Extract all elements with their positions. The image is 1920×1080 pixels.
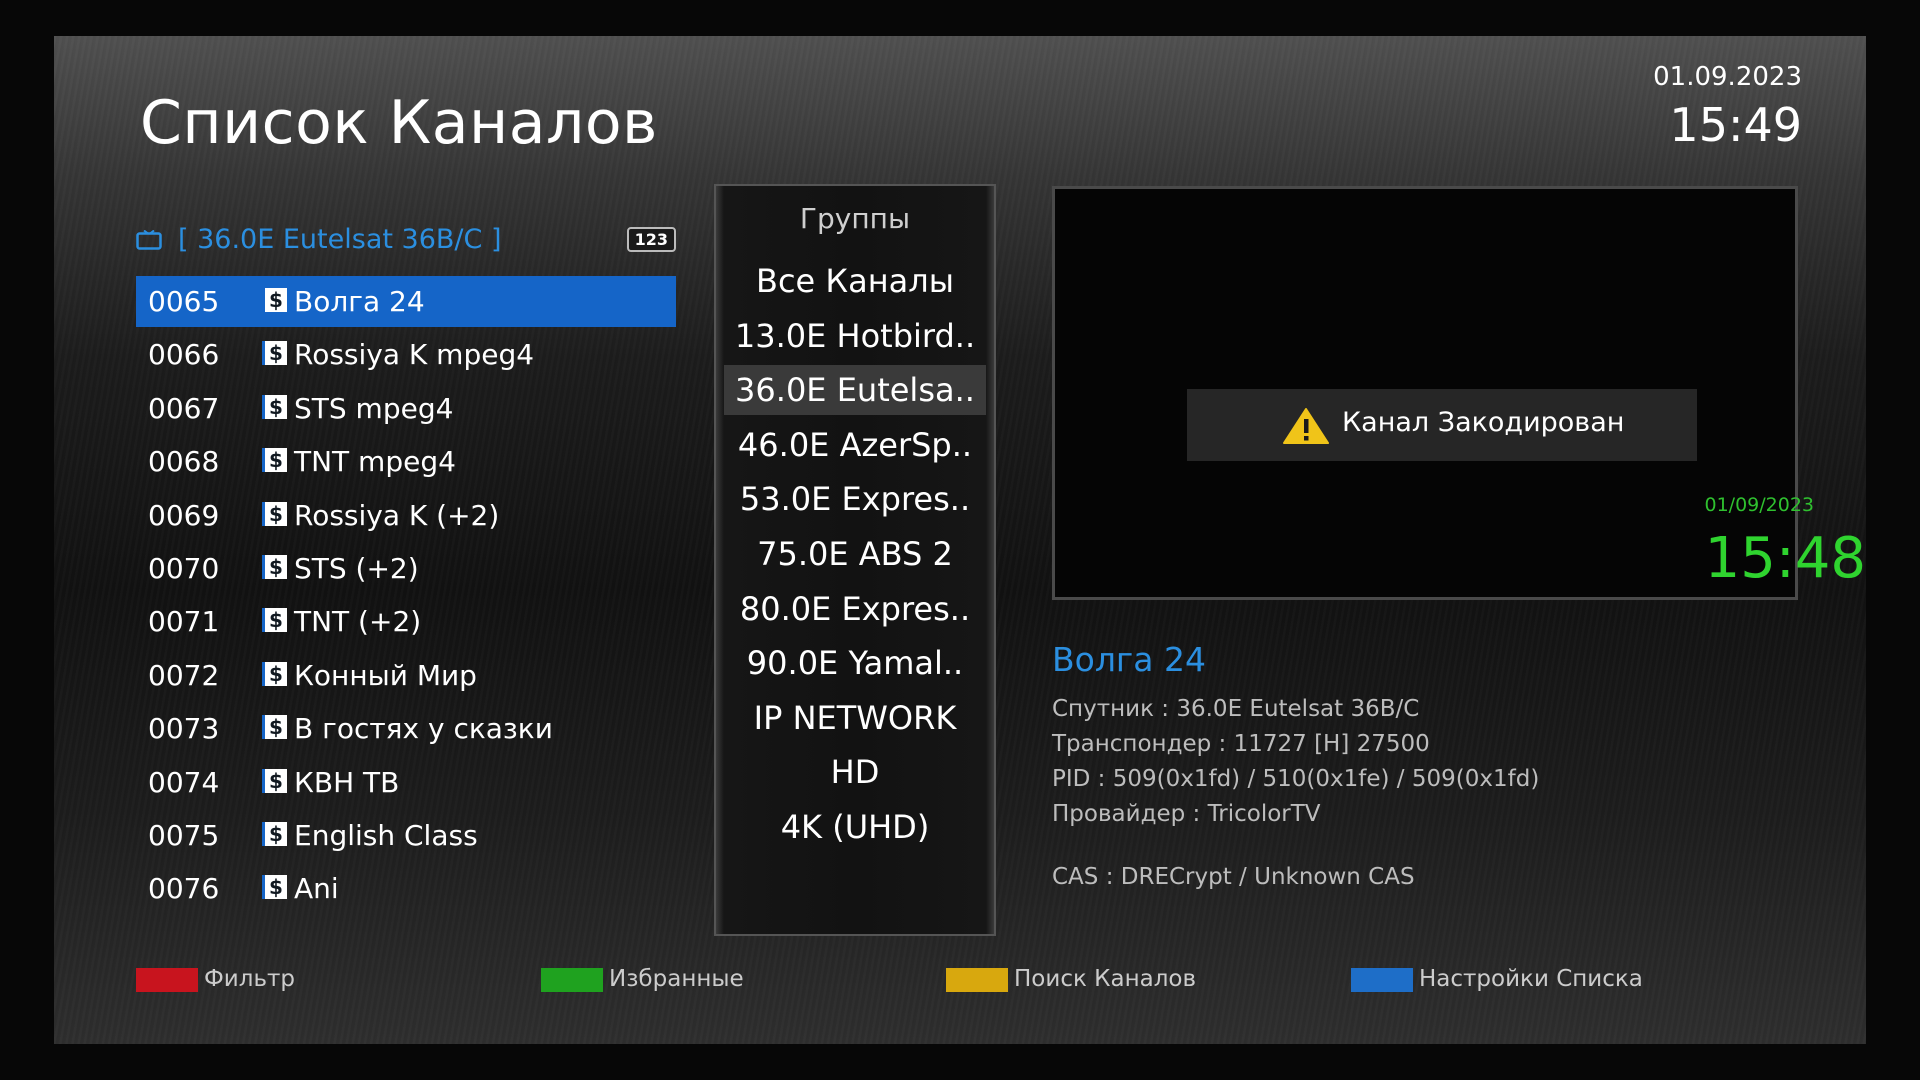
channel-list: 0065 $ Волга 24 0066 $ Rossiya K mpeg4 0067 $ ST… — [136, 276, 676, 917]
scrambled-icon: $ — [262, 288, 287, 312]
channel-row[interactable]: 0068 $ TNT mpeg4 — [136, 436, 676, 487]
channel-row[interactable]: 0074 $ КВН ТВ — [136, 757, 676, 808]
group-item[interactable]: 90.0E Yamal.. — [724, 638, 986, 688]
channel-list-header: [ 36.0E Eutelsat 36B/C ] 123 — [136, 224, 676, 262]
scrambled-icon: $ — [262, 661, 287, 686]
group-item[interactable]: 53.0E Expres.. — [724, 474, 986, 524]
red-key-swatch — [136, 968, 198, 992]
channel-row[interactable]: 0071 $ TNT (+2) — [136, 596, 676, 647]
channel-row[interactable]: 0072 $ Конный Мир — [136, 650, 676, 701]
channel-name: Ani — [294, 872, 339, 906]
overlay-date: 01/09/2023 — [1704, 494, 1814, 516]
scrambled-icon: $ — [262, 394, 287, 419]
channel-row[interactable]: 0066 $ Rossiya K mpeg4 — [136, 329, 676, 380]
channel-number: 0072 — [148, 658, 220, 692]
channel-name: TNT (+2) — [294, 605, 422, 639]
channel-number: 0070 — [148, 551, 220, 585]
channel-row[interactable]: 0075 $ English Class — [136, 810, 676, 861]
group-item[interactable]: Все Каналы — [724, 256, 986, 306]
overlay-time: 15:48 — [1704, 526, 1866, 591]
channel-name: TNT mpeg4 — [294, 445, 456, 479]
video-preview: Канал Закодирован — [1052, 186, 1798, 600]
group-item[interactable]: 46.0E AzerSp.. — [724, 420, 986, 470]
key-label: Фильтр — [204, 966, 296, 992]
channel-number: 0068 — [148, 445, 220, 479]
scrambled-icon: $ — [262, 768, 287, 793]
channel-row[interactable]: 0067 $ STS mpeg4 — [136, 383, 676, 434]
tv-screen: Список Каналов 01.09.2023 15:49 [ 36.0E … — [54, 36, 1866, 1044]
channel-number: 0069 — [148, 498, 220, 532]
warning-icon — [1283, 408, 1329, 444]
yellow-key-swatch — [946, 968, 1008, 992]
channel-row[interactable]: 0070 $ STS (+2) — [136, 543, 676, 594]
clock-time: 15:49 — [1669, 98, 1802, 152]
info-provider: Провайдер : TricolorTV — [1052, 801, 1321, 827]
group-item[interactable]: 75.0E ABS 2 — [724, 529, 986, 579]
satellite-label: [ 36.0E Eutelsat 36B/C ] — [178, 224, 502, 255]
scrambled-icon: $ — [262, 875, 287, 900]
info-channel-name: Волга 24 — [1052, 640, 1206, 679]
group-item[interactable]: 4K (UHD) — [724, 802, 986, 852]
blue-key-swatch — [1351, 968, 1413, 992]
group-item[interactable]: IP NETWORK — [724, 693, 986, 743]
channel-number: 0073 — [148, 712, 220, 746]
info-cas: CAS : DRECrypt / Unknown CAS — [1052, 864, 1415, 890]
group-list: Все Каналы 13.0E Hotbird.. 36.0E Eutelsa..… — [724, 256, 986, 857]
channel-name: Конный Мир — [294, 658, 477, 692]
scrambled-icon: $ — [262, 715, 287, 740]
info-transponder: Транспондер : 11727 [H] 27500 — [1052, 731, 1430, 757]
tv-icon — [136, 230, 162, 250]
group-item[interactable]: 13.0E Hotbird.. — [724, 311, 986, 361]
scrambled-icon: $ — [262, 821, 287, 846]
channel-number: 0074 — [148, 765, 220, 799]
scrambled-icon: $ — [262, 501, 287, 526]
group-item[interactable]: 80.0E Expres.. — [724, 584, 986, 634]
scrambled-icon: $ — [262, 448, 287, 473]
scrambled-icon: $ — [262, 554, 287, 579]
scrambled-icon: $ — [262, 608, 287, 633]
scrambled-icon: $ — [262, 341, 287, 366]
green-key-swatch — [541, 968, 603, 992]
channel-number: 0076 — [148, 872, 220, 906]
numeric-input-badge: 123 — [626, 227, 676, 252]
page-title: Список Каналов — [140, 88, 658, 158]
key-label: Настройки Списка — [1419, 966, 1643, 992]
channel-number: 0066 — [148, 338, 220, 372]
key-label: Избранные — [609, 966, 744, 992]
info-pid: PID : 509(0x1fd) / 510(0x1fe) / 509(0x1f… — [1052, 766, 1540, 792]
channel-name: Rossiya K mpeg4 — [294, 338, 535, 372]
channel-name: В гостях у сказки — [294, 712, 553, 746]
channel-name: English Class — [294, 818, 478, 852]
channel-row[interactable]: 0069 $ Rossiya K (+2) — [136, 490, 676, 541]
channel-row[interactable]: 0073 $ В гостях у сказки — [136, 703, 676, 754]
group-item[interactable]: 36.0E Eutelsa.. — [724, 365, 986, 416]
channel-number: 0075 — [148, 818, 220, 852]
channel-name: Волга 24 — [294, 285, 425, 318]
channel-name: STS mpeg4 — [294, 391, 454, 425]
channel-number: 0067 — [148, 391, 220, 425]
groups-panel: Группы Все Каналы 13.0E Hotbird.. 36.0E Eu… — [714, 184, 996, 936]
channel-number: 0065 — [148, 285, 220, 318]
channel-name: КВН ТВ — [294, 765, 400, 799]
scrambled-notice: Канал Закодирован — [1187, 389, 1697, 461]
group-item[interactable]: HD — [724, 747, 986, 797]
channel-row[interactable]: 0065 $ Волга 24 — [136, 276, 676, 327]
info-satellite: Спутник : 36.0E Eutelsat 36B/C — [1052, 696, 1420, 722]
channel-row[interactable]: 0076 $ Ani — [136, 863, 676, 914]
channel-name: Rossiya K (+2) — [294, 498, 500, 532]
channel-name: STS (+2) — [294, 551, 419, 585]
clock-date: 01.09.2023 — [1653, 62, 1802, 92]
groups-title: Группы — [799, 202, 911, 235]
scrambled-text: Канал Закодирован — [1342, 407, 1625, 438]
channel-number: 0071 — [148, 605, 220, 639]
key-label: Поиск Каналов — [1014, 966, 1197, 992]
